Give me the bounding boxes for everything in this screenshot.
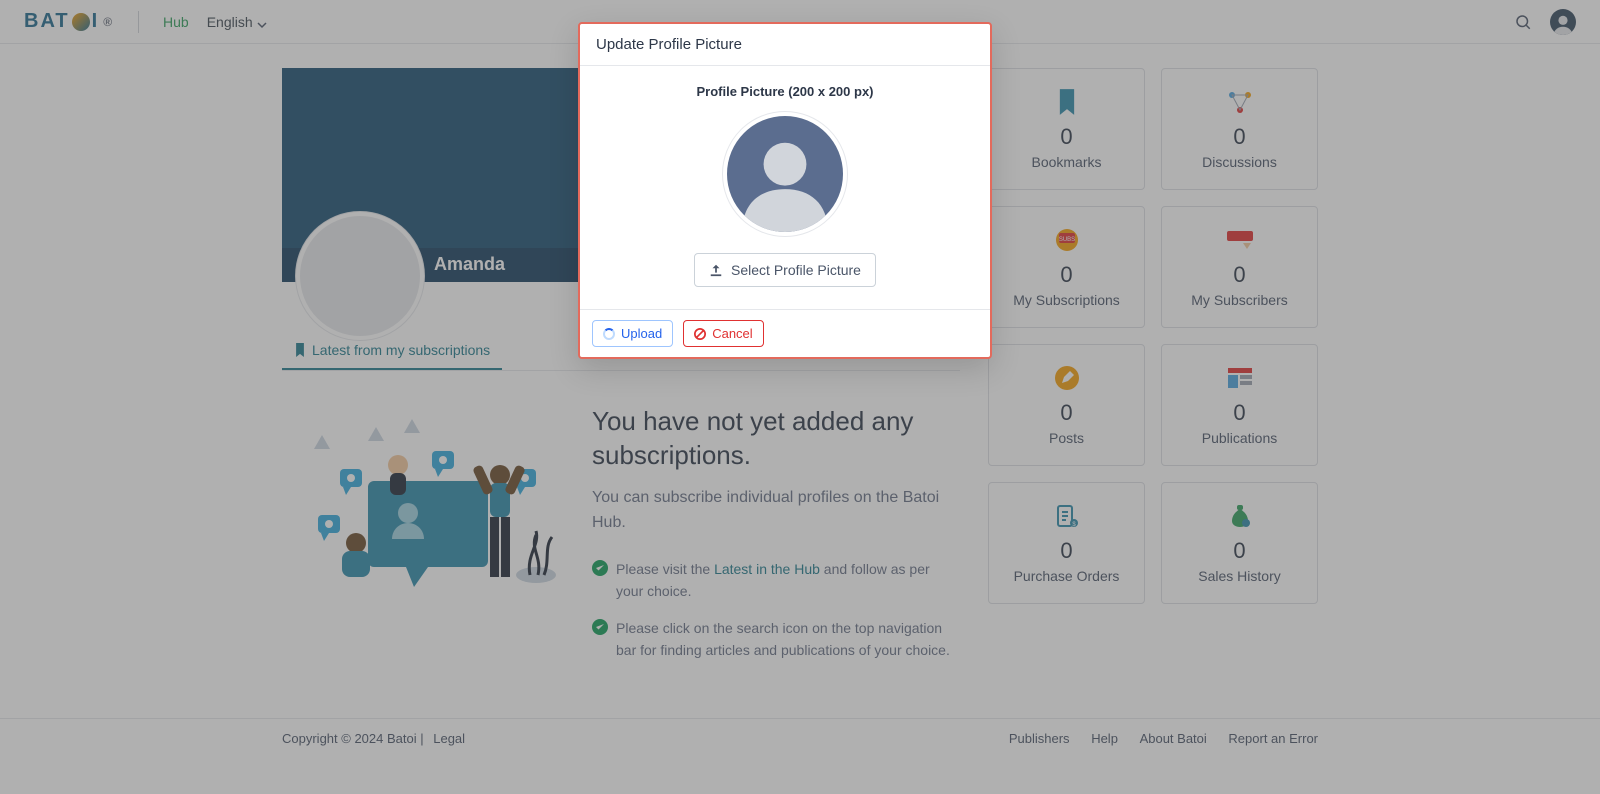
update-profile-picture-modal: Update Profile Picture Profile Picture (… bbox=[578, 22, 992, 359]
upload-button[interactable]: Upload bbox=[592, 320, 673, 347]
prohibit-icon bbox=[694, 328, 706, 340]
select-profile-picture-button[interactable]: Select Profile Picture bbox=[694, 253, 876, 287]
spinner-icon bbox=[603, 328, 615, 340]
modal-title: Update Profile Picture bbox=[580, 24, 990, 66]
cancel-button[interactable]: Cancel bbox=[683, 320, 763, 347]
profile-picture-preview bbox=[722, 111, 848, 237]
profile-picture-label: Profile Picture (200 x 200 px) bbox=[596, 84, 974, 99]
upload-icon bbox=[709, 263, 723, 277]
person-silhouette-icon bbox=[740, 132, 830, 232]
